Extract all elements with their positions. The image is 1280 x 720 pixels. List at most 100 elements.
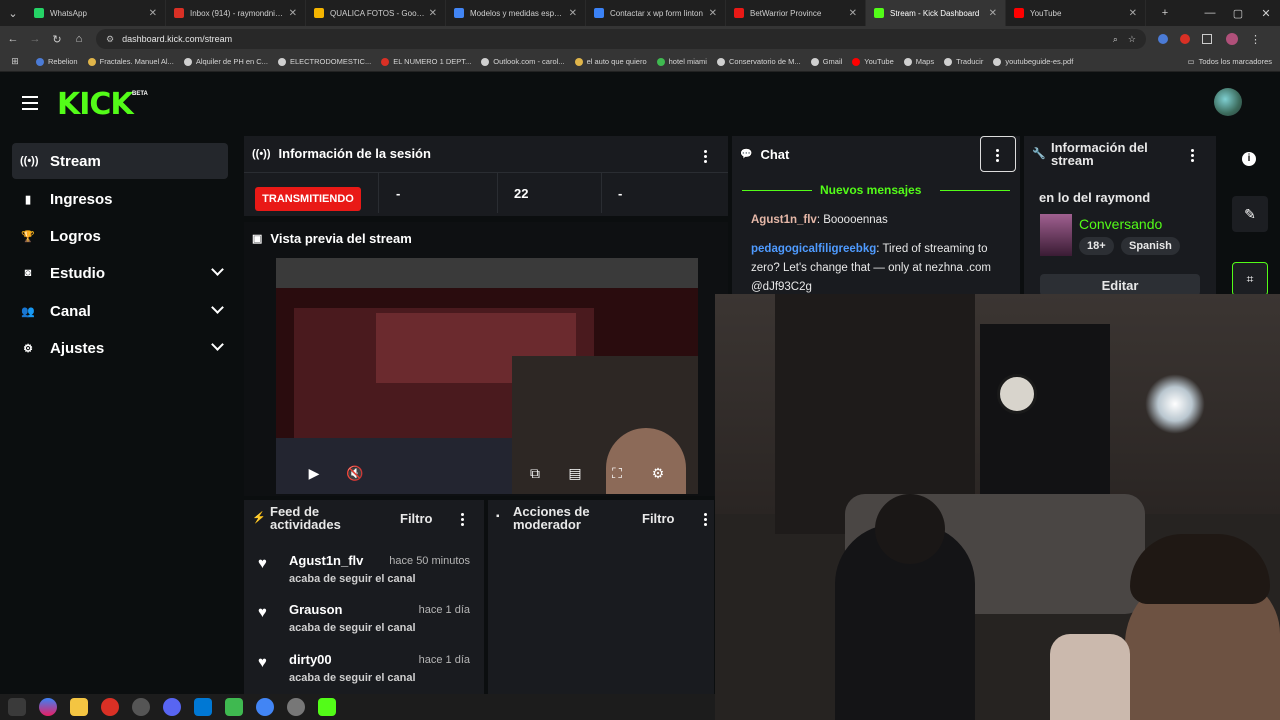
browser-tab[interactable]: BetWarrior Province ✕	[726, 0, 866, 26]
browser-tab[interactable]: Modelos y medidas espejos ✕	[446, 0, 586, 26]
browser-menu-icon[interactable]: ⋮	[1250, 33, 1261, 46]
zoom-icon[interactable]: ⌕	[1113, 34, 1118, 45]
tab-close-icon[interactable]: ✕	[569, 8, 577, 19]
feed-menu-icon[interactable]	[461, 513, 465, 528]
new-tab-icon[interactable]: +	[1154, 7, 1176, 19]
close-window-icon[interactable]: ✕	[1252, 7, 1280, 20]
feed-filter-button[interactable]: Filtro	[400, 511, 433, 526]
tab-label: WhatsApp	[50, 8, 87, 18]
outlook-icon[interactable]	[194, 698, 212, 716]
pip-icon[interactable]: ⧉	[526, 464, 544, 482]
bookmark-item[interactable]: Maps	[903, 57, 934, 66]
bookmark-item[interactable]: Conservatorio de M...	[716, 57, 801, 66]
bookmark-item[interactable]: Gmail	[810, 57, 842, 66]
bookmark-item[interactable]: hotel miami	[656, 57, 707, 66]
chat-username[interactable]: pedagogicalfiligreebkg	[751, 243, 876, 255]
site-info-icon[interactable]: ⚙	[106, 34, 114, 45]
sidebar-item-ajustes[interactable]: ⚙ Ajustes	[12, 330, 228, 366]
copilot-icon[interactable]	[39, 698, 57, 716]
extension-red-icon[interactable]	[1180, 34, 1190, 44]
home-icon[interactable]: ⌂	[68, 33, 90, 45]
bookmark-item[interactable]: ELECTRODOMESTIC...	[277, 57, 371, 66]
folder-icon: ▭	[1187, 57, 1195, 66]
bookmark-item[interactable]: Traducir	[944, 57, 983, 66]
bookmark-item[interactable]: Fractales. Manuel Al...	[87, 57, 174, 66]
file-explorer-icon[interactable]	[70, 698, 88, 716]
bookmark-item[interactable]: EL NUMERO 1 DEPT...	[381, 57, 471, 66]
chevron-down-icon[interactable]	[211, 301, 224, 314]
apps-grid-icon[interactable]: ⊞	[8, 56, 22, 67]
stream-info-menu-icon[interactable]	[1191, 149, 1195, 164]
url-field[interactable]: ⚙ dashboard.kick.com/stream ⌕ ☆	[96, 29, 1146, 49]
minimize-icon[interactable]: —	[1196, 7, 1224, 19]
maximize-icon[interactable]: ▢	[1224, 7, 1252, 20]
moderator-menu-icon[interactable]	[704, 513, 708, 528]
forward-icon[interactable]: →	[24, 33, 46, 45]
tab-close-icon[interactable]: ✕	[289, 8, 297, 19]
play-icon[interactable]: ▶	[305, 464, 323, 482]
browser-tab[interactable]: QUALICA FOTOS - Google Dri ✕	[306, 0, 446, 26]
settings-gear-icon[interactable]: ⚙	[649, 464, 667, 482]
browser-tab[interactable]: Inbox (914) - raymondnich@ ✕	[166, 0, 306, 26]
bookmark-item[interactable]: YouTube	[852, 57, 894, 66]
bookmark-star-icon[interactable]: ☆	[1128, 34, 1136, 45]
edit-button[interactable]: Editar	[1040, 274, 1200, 296]
bookmark-item[interactable]: Outlook.com - carol...	[481, 57, 565, 66]
browser-tab[interactable]: YouTube ✕	[1006, 0, 1146, 26]
stream-preview-video[interactable]	[276, 258, 698, 494]
edit-pencil-icon[interactable]: ✎	[1232, 196, 1268, 232]
back-icon[interactable]: ←	[2, 33, 24, 45]
capture-icon[interactable]: ⌗	[1232, 262, 1268, 296]
bookmark-item[interactable]: youtubeguide-es.pdf	[993, 57, 1073, 66]
reload-icon[interactable]: ↻	[46, 33, 68, 46]
bookmark-item[interactable]: Rebelion	[36, 57, 78, 66]
chevron-down-icon[interactable]	[211, 263, 224, 276]
info-icon[interactable]: i	[1242, 152, 1256, 166]
tab-favicon-icon	[874, 8, 884, 18]
fullscreen-icon[interactable]: ⛶	[608, 464, 626, 482]
chrome-2-icon[interactable]	[256, 698, 274, 716]
feed-username[interactable]: Agust1n_flv	[289, 553, 363, 568]
extension-icon[interactable]	[1158, 34, 1168, 44]
tab-close-icon[interactable]: ✕	[989, 8, 997, 19]
tab-search-icon[interactable]: ⌄	[0, 7, 26, 20]
tab-close-icon[interactable]: ✕	[849, 8, 857, 19]
sidebar-item-canal[interactable]: 👥 Canal	[12, 293, 228, 329]
sidebar-item-stream[interactable]: ((•)) Stream	[12, 143, 228, 179]
session-menu-icon[interactable]	[704, 150, 708, 165]
app-green-icon[interactable]	[225, 698, 243, 716]
sidebar-item-logros[interactable]: 🏆 Logros	[12, 218, 228, 254]
discord-icon[interactable]	[163, 698, 181, 716]
tab-close-icon[interactable]: ✕	[429, 8, 437, 19]
profile-icon[interactable]	[1226, 33, 1238, 45]
hamburger-menu-icon[interactable]	[22, 96, 38, 110]
chrome-icon[interactable]	[101, 698, 119, 716]
mute-icon[interactable]: 🔇	[346, 464, 364, 482]
all-bookmarks-folder[interactable]: ▭ Todos los marcadores	[1188, 57, 1272, 66]
bookmark-item[interactable]: Alquiler de PH en C...	[183, 57, 268, 66]
tab-close-icon[interactable]: ✕	[709, 8, 717, 19]
obs-icon[interactable]	[132, 698, 150, 716]
chat-menu-button[interactable]	[980, 136, 1016, 172]
category-link[interactable]: Conversando	[1079, 216, 1162, 232]
browser-tab[interactable]: WhatsApp ✕	[26, 0, 166, 26]
tab-close-icon[interactable]: ✕	[1129, 8, 1137, 19]
settings-app-icon[interactable]	[287, 698, 305, 716]
sidebar-item-estudio[interactable]: ◙ Estudio	[12, 255, 228, 291]
browser-tab[interactable]: Contactar x wp form linton ✕	[586, 0, 726, 26]
sidebar-item-ingresos[interactable]: ▮ Ingresos	[12, 181, 228, 217]
chevron-down-icon[interactable]	[211, 338, 224, 351]
extensions-puzzle-icon[interactable]	[1202, 34, 1212, 44]
feed-username[interactable]: dirty00	[289, 652, 332, 667]
bookmark-item[interactable]: el auto que quiero	[574, 57, 647, 66]
theater-mode-icon[interactable]: ▤	[566, 464, 584, 482]
user-avatar[interactable]	[1214, 88, 1242, 116]
tab-close-icon[interactable]: ✕	[149, 8, 157, 19]
moderator-filter-button[interactable]: Filtro	[642, 511, 675, 526]
kick-logo[interactable]: KICK	[57, 87, 134, 122]
browser-tab[interactable]: Stream - Kick Dashboard ✕	[866, 0, 1006, 26]
windows-start-icon[interactable]	[8, 698, 26, 716]
kick-app-icon[interactable]	[318, 698, 336, 716]
feed-username[interactable]: Grauson	[289, 602, 342, 617]
chat-username[interactable]: Agust1n_flv	[751, 214, 817, 226]
